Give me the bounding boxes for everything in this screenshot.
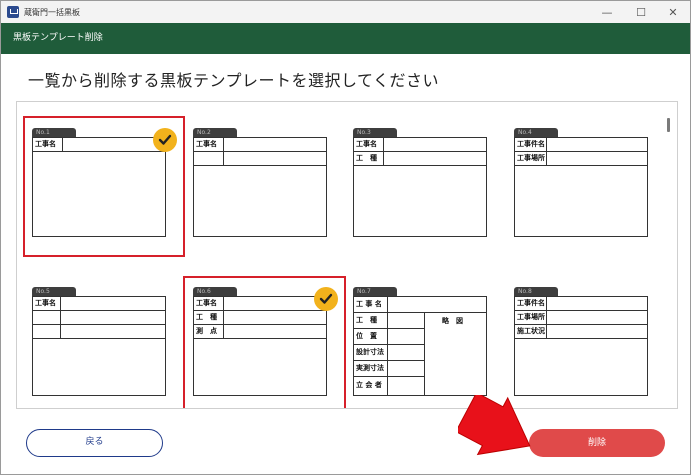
template-card-2[interactable]: No.2 工事名: [193, 128, 327, 237]
title-bar: 蔵衛門一括黒板 — ☐ ✕: [1, 1, 690, 23]
board-row: 実測寸法: [354, 361, 425, 377]
board-row: 工 種: [354, 152, 486, 166]
window-title: 蔵衛門一括黒板: [24, 7, 80, 17]
board-row-label: 立 会 者: [354, 377, 388, 395]
selected-check-icon: [153, 128, 177, 152]
board-row-label: 位 置: [354, 329, 388, 344]
template-card-8[interactable]: No.8 工事件名 工事場所 施工状況: [514, 287, 648, 396]
board-row: [33, 325, 165, 339]
back-button[interactable]: 戻る: [26, 429, 163, 457]
template-card-4[interactable]: No.4 工事件名 工事場所: [514, 128, 648, 237]
maximize-button[interactable]: ☐: [625, 1, 657, 23]
board-row: 工事場所: [515, 311, 647, 325]
blackboard-preview: 工 事 名 工 種 位 置 設計寸法 実測寸法 立 会 者 略 図: [353, 296, 487, 396]
board-row: [194, 152, 326, 166]
board-row-label: 工事件名: [515, 138, 547, 151]
board-row-label: 工 種: [354, 313, 388, 328]
template-number: No.7: [353, 287, 397, 296]
scrollbar-thumb[interactable]: [667, 118, 670, 132]
board-row: 立 会 者: [354, 377, 425, 395]
app-window: 蔵衛門一括黒板 — ☐ ✕ 黒板テンプレート削除 一覧から削除する黒板テンプレー…: [0, 0, 691, 475]
board-row-label: 工 種: [354, 152, 384, 165]
board-row-label: 工事場所: [515, 152, 547, 165]
board-row-blank: [194, 152, 224, 165]
delete-button[interactable]: 削除: [529, 429, 665, 457]
figure-label: 略 図: [442, 317, 463, 325]
pointer-arrow-icon: [458, 395, 531, 456]
blackboard-preview: 工事件名 工事場所: [514, 137, 648, 237]
board-row-label: 工事名: [354, 138, 384, 151]
board-row: 工事場所: [515, 152, 647, 166]
template-card-7[interactable]: No.7 工 事 名 工 種 位 置 設計寸法 実測寸法 立 会 者 略 図: [353, 287, 487, 396]
board-row-label: 工事件名: [515, 297, 547, 310]
blackboard-preview: 工事名 工 種: [353, 137, 487, 237]
board-row: 設計寸法: [354, 345, 425, 361]
board-row-label: 工事名: [194, 138, 224, 151]
board-row-blank: [33, 311, 61, 324]
blackboard-preview: 工事名: [32, 296, 166, 396]
app-logo-icon: [7, 6, 19, 18]
board-row: [33, 311, 165, 325]
template-card-3[interactable]: No.3 工事名 工 種: [353, 128, 487, 237]
template-number: No.2: [193, 128, 237, 137]
board-row: 工事名: [354, 138, 486, 152]
board-row: 工事件名: [515, 138, 647, 152]
board-row-label: 施工状況: [515, 325, 547, 338]
template-number: No.5: [32, 287, 76, 296]
board-row: 工事名: [33, 297, 165, 311]
blackboard-preview: 工事件名 工事場所 施工状況: [514, 296, 648, 396]
board-row: 施工状況: [515, 325, 647, 339]
template-number: No.3: [353, 128, 397, 137]
blackboard-preview: 工事名: [193, 137, 327, 237]
template-number: No.8: [514, 287, 558, 296]
template-card-5[interactable]: No.5 工事名: [32, 287, 166, 396]
template-number: No.4: [514, 128, 558, 137]
board-row: 工 種: [354, 313, 425, 329]
board-row: 位 置: [354, 329, 425, 345]
minimize-button[interactable]: —: [591, 1, 623, 23]
close-button[interactable]: ✕: [657, 1, 689, 23]
board-row-label: 工事名: [33, 297, 61, 310]
board-row-label: 工 事 名: [354, 297, 388, 312]
board-row: 工 事 名: [354, 297, 486, 313]
board-row-label: 実測寸法: [354, 361, 388, 376]
template-grid: No.1 工事名 No.2 工事名 No.3 工事名 工 種 No.4 工事件名…: [16, 101, 678, 409]
board-row: 工事名: [194, 138, 326, 152]
dialog-header: 黒板テンプレート削除: [1, 23, 690, 54]
selected-check-icon: [314, 287, 338, 311]
board-row-label: 工事場所: [515, 311, 547, 324]
page-title: 一覧から削除する黒板テンプレートを選択してください: [28, 71, 440, 90]
board-row-label: 設計寸法: [354, 345, 388, 360]
board-row: 工事件名: [515, 297, 647, 311]
board-row-blank: [33, 325, 61, 338]
